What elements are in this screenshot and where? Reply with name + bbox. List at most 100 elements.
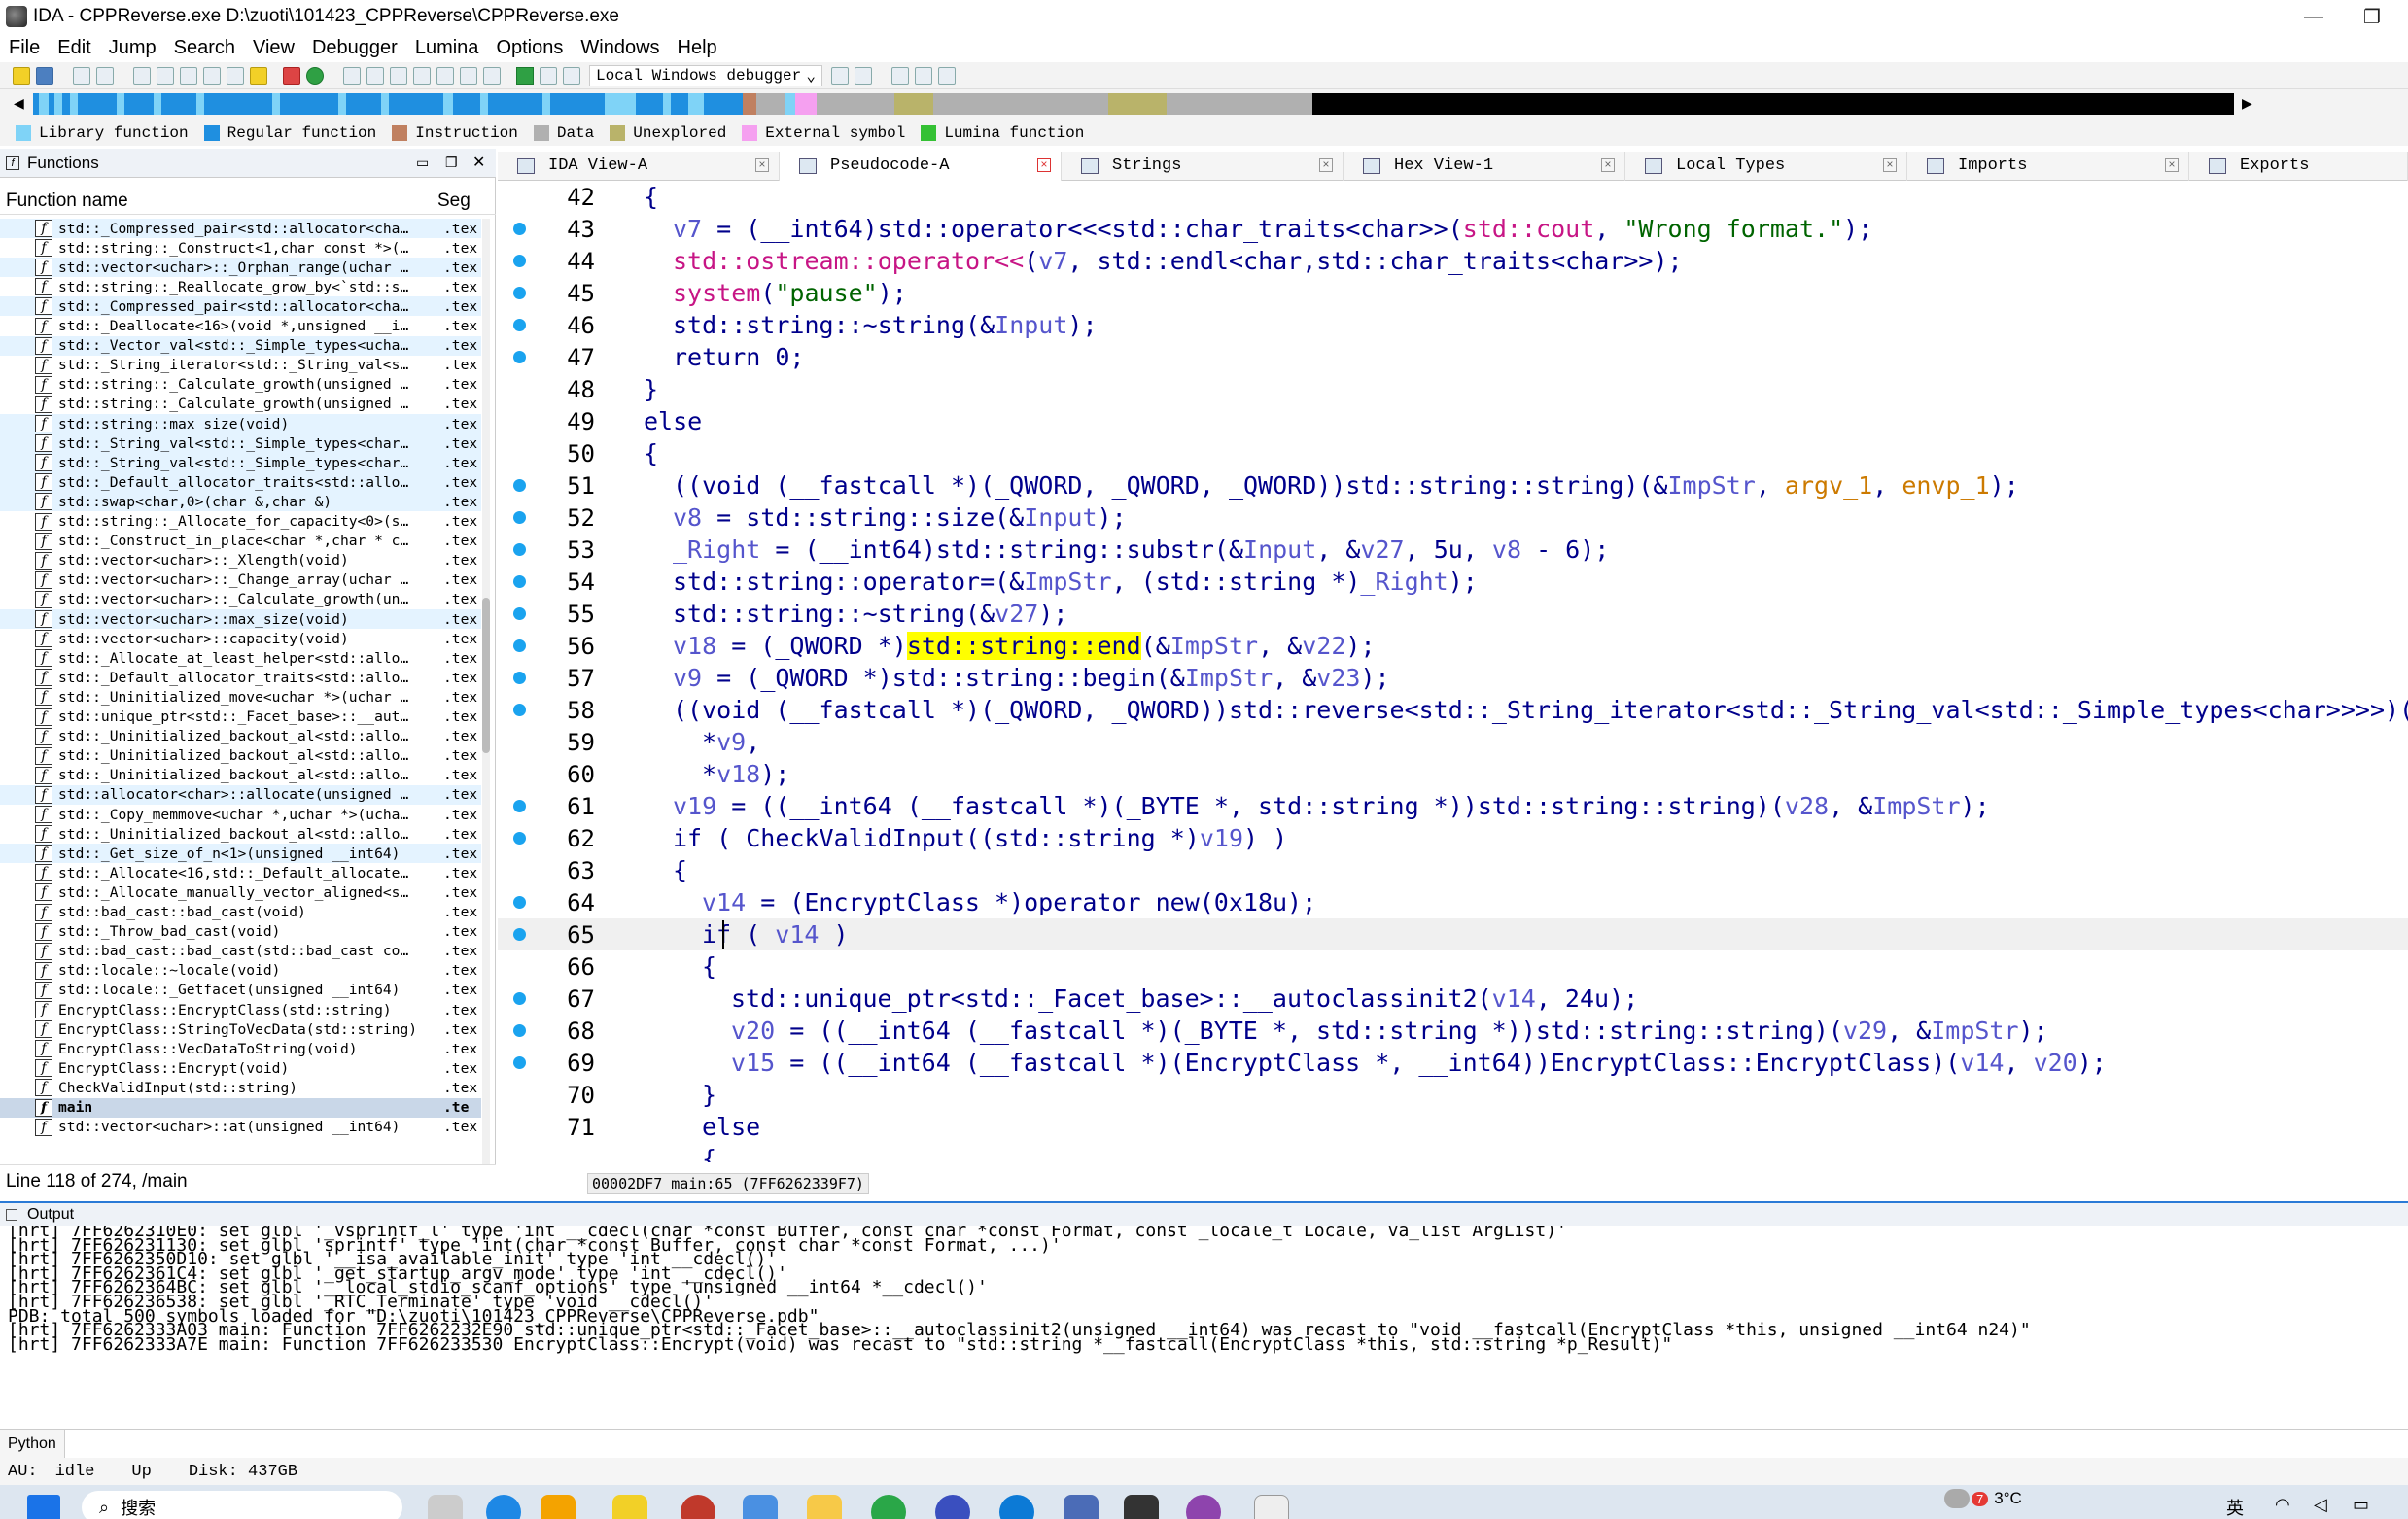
code-line[interactable]: 55 std::string::~string(&v27); bbox=[498, 598, 2408, 630]
function-row[interactable]: f std::vector<uchar>::at(unsigned __int64… bbox=[0, 1118, 481, 1137]
menu-jump[interactable]: Jump bbox=[100, 37, 165, 59]
function-row[interactable]: f std::_String_val<std::_Simple_types<cha… bbox=[0, 453, 481, 473]
function-row[interactable]: f std::_Uninitialized_backout_al<std::all… bbox=[0, 727, 481, 746]
overview-navigator[interactable] bbox=[33, 93, 2234, 115]
breakpoint-dot-icon[interactable] bbox=[513, 928, 526, 941]
function-row[interactable]: f std::_Compressed_pair<std::allocator<ch… bbox=[0, 219, 481, 238]
breakpoint-dot-icon[interactable] bbox=[513, 607, 526, 620]
browser-icon[interactable] bbox=[935, 1495, 970, 1519]
output-log[interactable]: [hrt] 7FF6262310E0: set glbl '_vsprintf_… bbox=[0, 1226, 2408, 1427]
col-function-name[interactable]: Function name bbox=[6, 190, 437, 212]
code-line[interactable]: 45 system("pause"); bbox=[498, 277, 2408, 309]
edge-icon[interactable] bbox=[486, 1495, 521, 1519]
close-tab-icon[interactable]: × bbox=[755, 157, 769, 172]
enum-icon[interactable] bbox=[413, 66, 431, 85]
code-line[interactable]: 71 else bbox=[498, 1111, 2408, 1143]
breakpoint-icon[interactable] bbox=[283, 66, 300, 85]
breakpoint-dot-icon[interactable] bbox=[513, 511, 526, 524]
breakpoint-dot-icon[interactable] bbox=[513, 255, 526, 267]
weather-widget[interactable]: 7 3°C bbox=[1944, 1489, 2022, 1508]
menu-view[interactable]: View bbox=[244, 37, 303, 59]
function-row[interactable]: f std::bad_cast::bad_cast(std::bad_cast c… bbox=[0, 942, 481, 961]
nav-left-arrow-icon[interactable]: ◀ bbox=[14, 95, 24, 112]
breakpoint-dot-icon[interactable] bbox=[513, 639, 526, 652]
breakpoint-dot-icon[interactable] bbox=[513, 351, 526, 363]
code-line[interactable]: 61 v19 = ((__int64 (__fastcall *)(_BYTE *… bbox=[498, 790, 2408, 822]
code-line[interactable]: 57 v9 = (_QWORD *)std::string::begin(&Imp… bbox=[498, 662, 2408, 694]
function-row[interactable]: f std::_String_val<std::_Simple_types<cha… bbox=[0, 433, 481, 454]
tab-imports[interactable]: Imports × bbox=[1907, 151, 2189, 181]
code-line[interactable]: 54 std::string::operator=(&ImpStr, (std::… bbox=[498, 566, 2408, 598]
function-row[interactable]: f std::vector<uchar>::_Change_array(uchar… bbox=[0, 570, 481, 590]
breakpoint-dot-icon[interactable] bbox=[513, 319, 526, 331]
function-row[interactable]: f std::_Uninitialized_backout_al<std::all… bbox=[0, 766, 481, 785]
ida-taskbar-icon[interactable] bbox=[612, 1495, 647, 1519]
function-row[interactable]: f std::_Copy_memmove<uchar *,uchar *>(uch… bbox=[0, 805, 481, 824]
tab-strings[interactable]: Strings × bbox=[1062, 151, 1344, 181]
function-row[interactable]: f EncryptClass::EncryptClass(std::string)… bbox=[0, 1000, 481, 1019]
function-row[interactable]: f std::string::_Calculate_growth(unsigned… bbox=[0, 395, 481, 414]
debugger-select[interactable]: Local Windows debugger ⌄ bbox=[589, 64, 822, 86]
code-line[interactable]: 49 else bbox=[498, 405, 2408, 437]
python-button[interactable]: Python bbox=[0, 1429, 65, 1459]
breakpoint-dot-icon[interactable] bbox=[513, 1024, 526, 1037]
save-icon[interactable] bbox=[36, 66, 53, 85]
code-line[interactable]: 60 *v18); bbox=[498, 758, 2408, 790]
function-row[interactable]: f EncryptClass::VecDataToString(void) .tex bbox=[0, 1039, 481, 1058]
breakpoint-dot-icon[interactable] bbox=[513, 575, 526, 588]
code-line[interactable]: 48} bbox=[498, 373, 2408, 405]
menu-help[interactable]: Help bbox=[669, 37, 726, 59]
terminal-icon[interactable] bbox=[1254, 1495, 1289, 1519]
code-line[interactable]: 67 std::unique_ptr<std::_Facet_base>::__a… bbox=[498, 983, 2408, 1015]
close-tab-icon[interactable]: × bbox=[1319, 157, 1333, 172]
function-row[interactable]: f EncryptClass::Encrypt(void) .tex bbox=[0, 1058, 481, 1078]
command-input[interactable] bbox=[65, 1430, 2408, 1459]
function-row[interactable]: f std::locale::~locale(void) .tex bbox=[0, 961, 481, 981]
text-search-icon[interactable] bbox=[203, 66, 221, 85]
function-row[interactable]: f std::_Allocate_manually_vector_aligned<… bbox=[0, 882, 481, 902]
tab-local-types[interactable]: Local Types × bbox=[1625, 151, 1907, 181]
file-explorer-icon[interactable] bbox=[807, 1495, 842, 1519]
function-row[interactable]: f std::string::max_size(void) .tex bbox=[0, 414, 481, 433]
code-line[interactable]: 69 v15 = ((__int64 (__fastcall *)(Encrypt… bbox=[498, 1047, 2408, 1079]
app-icon-2[interactable] bbox=[1186, 1495, 1221, 1519]
open-icon[interactable] bbox=[13, 66, 30, 85]
xref-icon[interactable] bbox=[483, 66, 501, 85]
function-row[interactable]: f std::vector<uchar>::_Orphan_range(uchar… bbox=[0, 258, 481, 278]
function-row[interactable]: f std::_Uninitialized_backout_al<std::all… bbox=[0, 824, 481, 844]
function-row[interactable]: f std::allocator<char>::allocate(unsigned… bbox=[0, 784, 481, 805]
play-icon[interactable] bbox=[516, 66, 534, 85]
code-line[interactable]: 62 if ( CheckValidInput((std::string *)v1… bbox=[498, 822, 2408, 854]
code-line[interactable]: 44 std::ostream::operator<<(v7, std::endl… bbox=[498, 245, 2408, 277]
maximize-pane-icon[interactable]: ▭ bbox=[416, 155, 429, 171]
function-row[interactable]: f std::locale::_Getfacet(unsigned __int64… bbox=[0, 981, 481, 1000]
dev-app-icon[interactable] bbox=[681, 1495, 715, 1519]
breakpoint-dot-icon[interactable] bbox=[513, 992, 526, 1005]
function-row[interactable]: f std::_Vector_val<std::_Simple_types<uch… bbox=[0, 335, 481, 356]
function-row[interactable]: f std::swap<char,0>(char &,char &) .tex bbox=[0, 492, 481, 512]
menu-edit[interactable]: Edit bbox=[49, 37, 99, 59]
function-row[interactable]: f std::_Uninitialized_move<uchar *>(uchar… bbox=[0, 687, 481, 707]
code-line[interactable]: 66 { bbox=[498, 950, 2408, 983]
nav-right-arrow-icon[interactable]: ▶ bbox=[2242, 95, 2252, 112]
function-row[interactable]: f std::_String_iterator<std::_String_val<… bbox=[0, 356, 481, 375]
code-line[interactable]: 43 v7 = (__int64)std::operator<<<std::cha… bbox=[498, 213, 2408, 245]
mark-icon[interactable] bbox=[250, 66, 267, 85]
tab-pseudocode-a[interactable]: Pseudocode-A × bbox=[780, 151, 1062, 181]
close-tab-icon[interactable]: × bbox=[1883, 157, 1897, 172]
breakpoint-dot-icon[interactable] bbox=[513, 672, 526, 684]
breakpoint-dot-icon[interactable] bbox=[513, 479, 526, 492]
code-line[interactable]: 53 _Right = (__int64)std::string::substr(… bbox=[498, 534, 2408, 566]
float-pane-icon[interactable]: ❐ bbox=[445, 155, 458, 171]
restore-button[interactable]: ❐ bbox=[2343, 0, 2401, 33]
code-line[interactable]: 47 return 0; bbox=[498, 341, 2408, 373]
menu-search[interactable]: Search bbox=[165, 37, 244, 59]
function-row[interactable]: f std::string::_Construct<1,char const *>… bbox=[0, 238, 481, 258]
function-row[interactable]: f std::_Uninitialized_backout_al<std::all… bbox=[0, 746, 481, 766]
function-row[interactable]: f std::_Default_allocator_traits<std::all… bbox=[0, 472, 481, 493]
function-row[interactable]: f std::_Compressed_pair<std::allocator<ch… bbox=[0, 296, 481, 317]
minimize-button[interactable]: — bbox=[2285, 0, 2343, 33]
function-row[interactable]: f std::_Deallocate<16>(void *,unsigned __… bbox=[0, 317, 481, 336]
detach-icon[interactable] bbox=[855, 66, 872, 85]
function-row[interactable]: f std::vector<uchar>::capacity(void) .tex bbox=[0, 629, 481, 648]
